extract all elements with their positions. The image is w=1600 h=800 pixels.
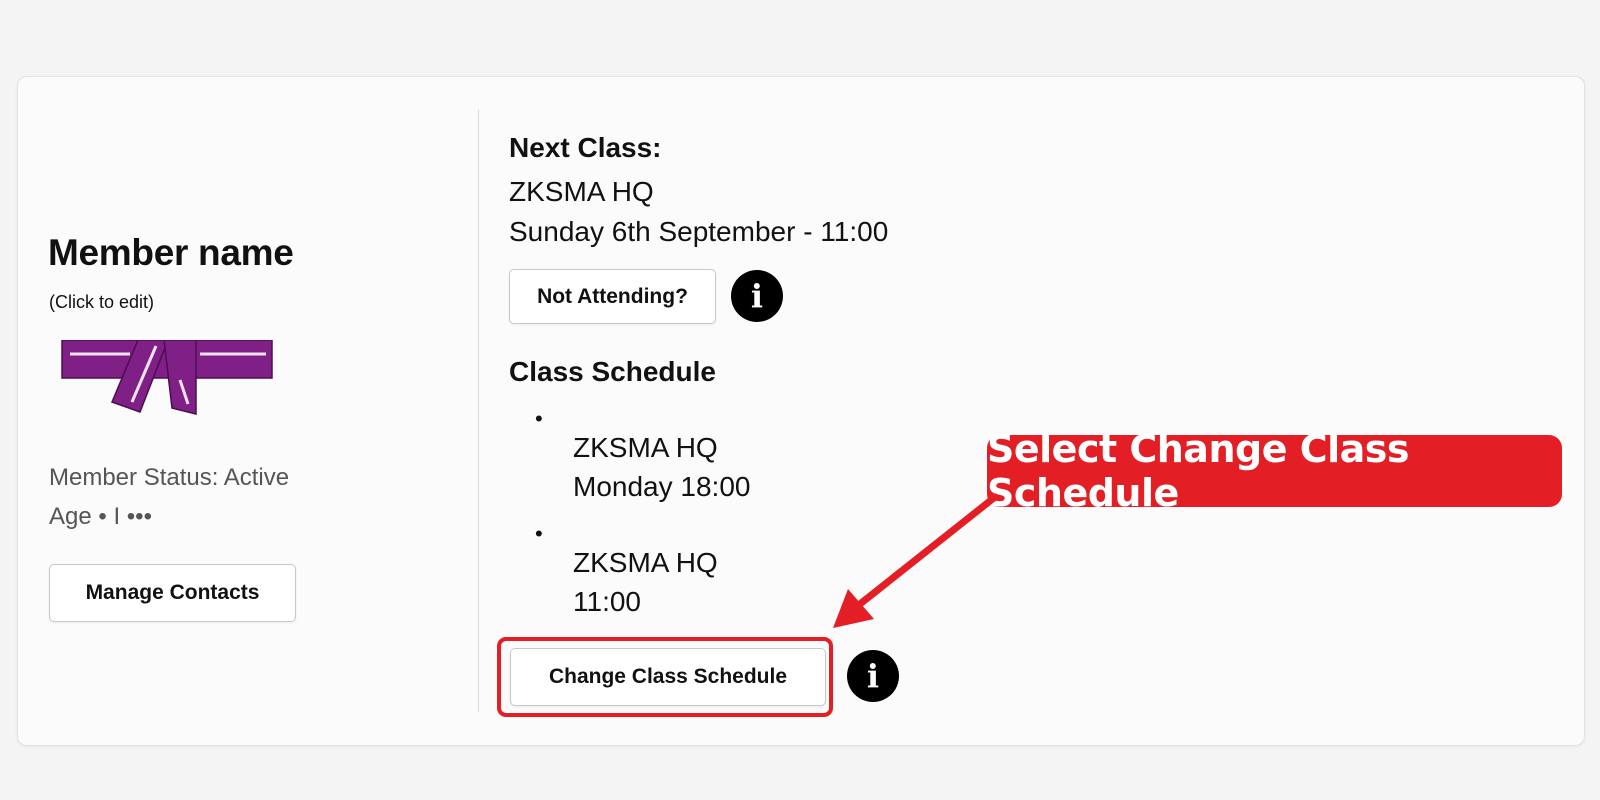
next-class-location: ZKSMA HQ [509,176,654,207]
not-attending-button[interactable]: Not Attending? [509,269,716,324]
member-status: Member Status: Active [49,464,290,491]
edit-hint: (Click to edit) [49,292,155,312]
info-glyph: i [750,277,764,315]
next-class-datetime: Sunday 6th September - 11:00 [509,216,889,247]
info-glyph: i [866,657,880,695]
schedule-item-time: Monday 18:00 [573,471,751,502]
schedule-bullet: • [535,521,543,546]
schedule-bullet: • [535,406,543,431]
next-class-heading: Next Class: [509,132,662,163]
schedule-item-time: 11:00 [573,586,641,617]
highlight-box [497,637,833,717]
schedule-item-location: ZKSMA HQ [573,547,718,578]
class-schedule-heading: Class Schedule [509,356,716,387]
member-age: Age • I ••• [49,503,152,530]
info-icon[interactable]: i [731,270,783,322]
belt-icon [61,340,273,415]
manage-contacts-button[interactable]: Manage Contacts [49,564,296,622]
info-icon[interactable]: i [847,650,899,702]
member-name[interactable]: Member name [48,232,294,274]
schedule-item-location: ZKSMA HQ [573,432,718,463]
callout-label: Select Change Class Schedule [987,427,1562,515]
column-divider [478,110,479,712]
